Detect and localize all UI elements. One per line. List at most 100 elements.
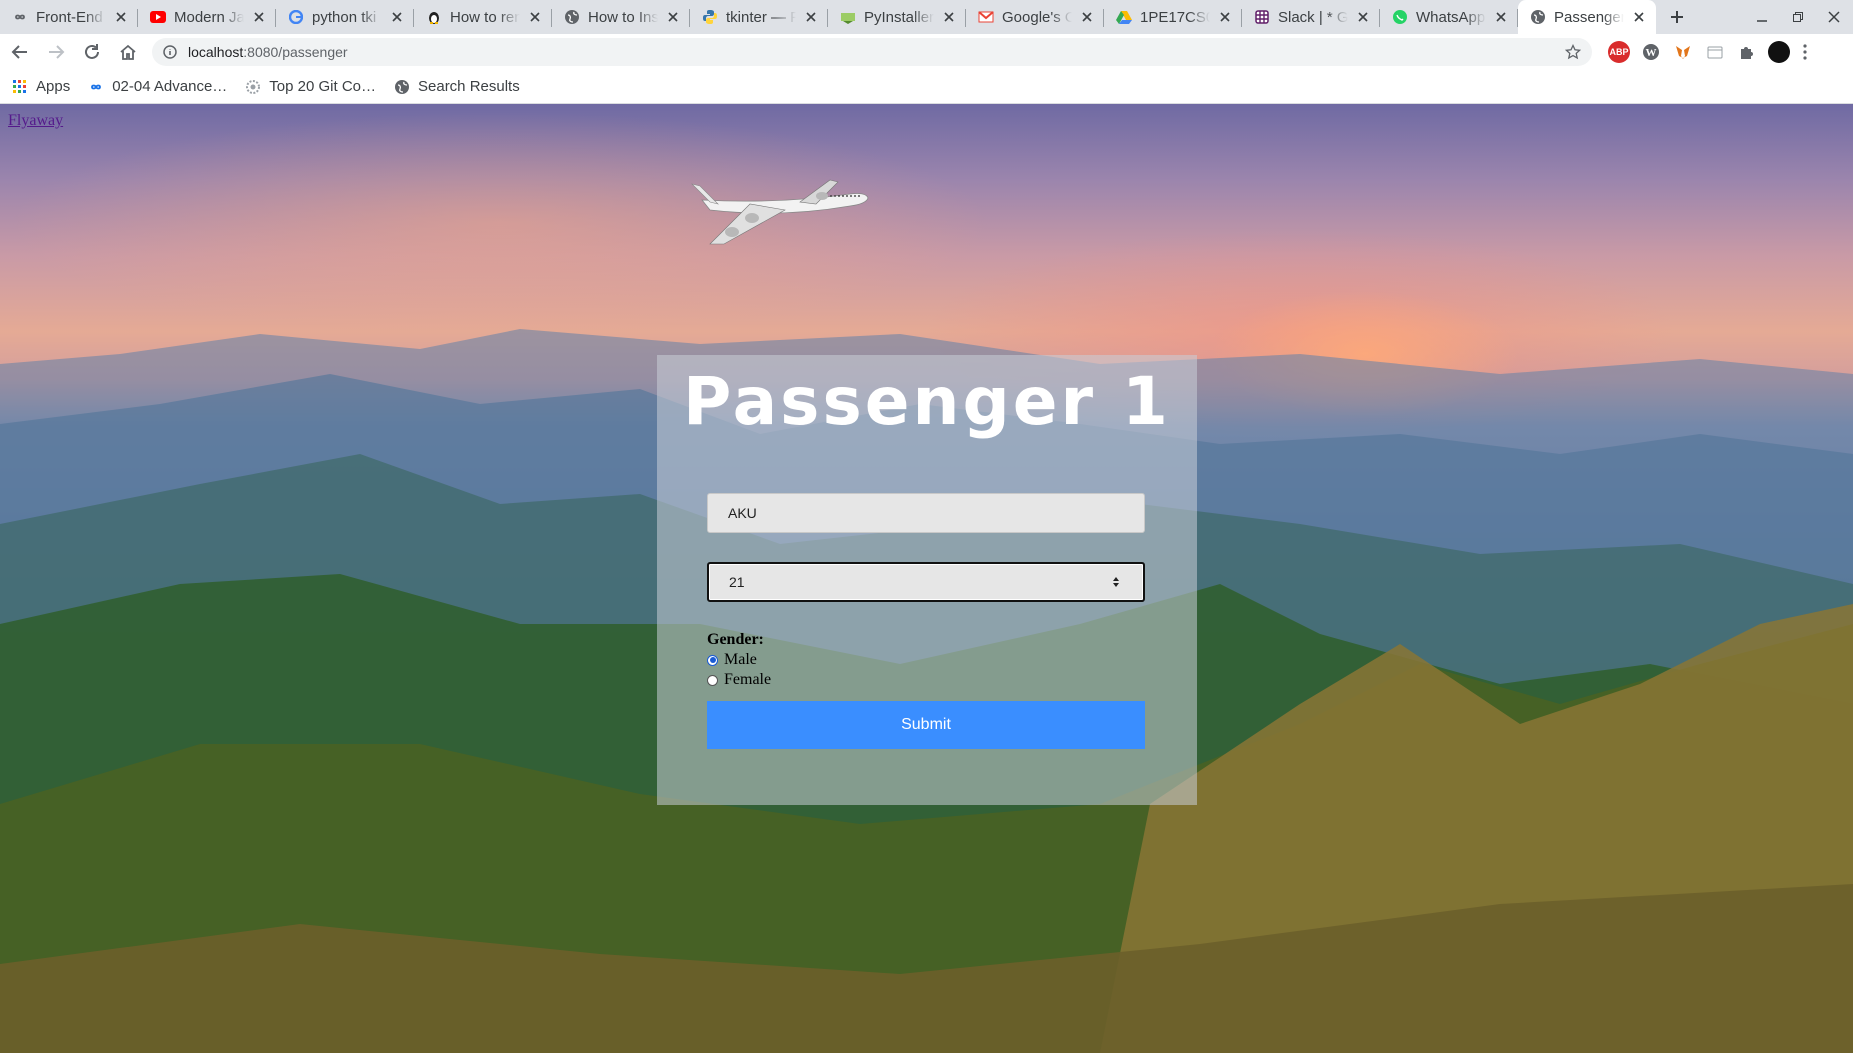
globe-icon xyxy=(394,79,410,95)
menu-kebab-icon[interactable] xyxy=(1800,41,1810,63)
female-label[interactable]: Female xyxy=(724,671,771,689)
svg-text:W: W xyxy=(1646,47,1657,59)
tab-title: Modern Ja xyxy=(174,8,244,26)
address-bar[interactable]: localhost:8080/passenger xyxy=(152,38,1592,66)
tab-3[interactable]: How to ren xyxy=(414,0,552,34)
globe-icon xyxy=(564,9,580,25)
female-radio[interactable] xyxy=(707,674,718,686)
submit-button[interactable]: Submit xyxy=(707,701,1145,749)
minimize-button[interactable] xyxy=(1751,6,1773,28)
reload-button[interactable] xyxy=(76,36,108,68)
tab-title: 1PE17CS02 xyxy=(1140,8,1210,26)
age-select[interactable]: 21 xyxy=(707,562,1145,602)
close-icon[interactable] xyxy=(804,10,818,24)
arrow-left-icon xyxy=(11,45,27,59)
forward-button[interactable] xyxy=(40,36,72,68)
infinity-icon xyxy=(88,79,104,95)
airplane-image xyxy=(691,179,869,245)
tab-title: Front-End xyxy=(36,8,103,26)
bookmark-label: Apps xyxy=(36,78,71,95)
close-icon[interactable] xyxy=(1632,10,1646,24)
tab-title: Google's O xyxy=(1002,8,1072,26)
close-icon[interactable] xyxy=(666,10,680,24)
tab-4[interactable]: How to Ins xyxy=(552,0,690,34)
tab-11[interactable]: Passenger xyxy=(1518,0,1656,34)
gmail-icon xyxy=(978,9,994,25)
close-icon[interactable] xyxy=(528,10,542,24)
home-button[interactable] xyxy=(112,36,144,68)
gender-label: Gender: xyxy=(707,631,764,648)
close-icon[interactable] xyxy=(252,10,266,24)
tab-8[interactable]: 1PE17CS02 xyxy=(1104,0,1242,34)
select-arrows-icon xyxy=(1109,576,1123,588)
close-icon[interactable] xyxy=(390,10,404,24)
close-icon[interactable] xyxy=(114,10,128,24)
drive-icon xyxy=(1116,9,1132,25)
gear-icon xyxy=(245,79,261,95)
tab-title: python tki xyxy=(312,8,377,26)
info-icon[interactable] xyxy=(162,44,178,60)
bookmark-label: 02-04 Advance… xyxy=(112,78,228,95)
close-icon[interactable] xyxy=(1494,10,1508,24)
tab-0[interactable]: Front-End xyxy=(0,0,138,34)
bookmark-advance[interactable]: 02-04 Advance… xyxy=(88,78,227,95)
profile-avatar-icon[interactable] xyxy=(1768,41,1790,63)
bookmark-search-results[interactable]: Search Results xyxy=(394,78,520,95)
name-input-value: AKU xyxy=(728,505,757,521)
youtube-icon xyxy=(150,9,166,25)
close-icon[interactable] xyxy=(1356,10,1370,24)
extensions-area: ABP W xyxy=(1608,41,1810,63)
tab-title: WhatsApp xyxy=(1416,8,1486,26)
age-select-value: 21 xyxy=(729,574,745,590)
close-window-button[interactable] xyxy=(1823,6,1845,28)
passenger-form-card: Passenger 1 AKU 21 Gender: Male Female S… xyxy=(657,355,1197,805)
tab-title: tkinter — P xyxy=(726,8,796,26)
tab-9[interactable]: Slack | * Ge xyxy=(1242,0,1380,34)
metamask-icon[interactable] xyxy=(1672,41,1694,63)
tab-5[interactable]: tkinter — P xyxy=(690,0,828,34)
tab-title: How to Ins xyxy=(588,8,658,26)
bookmark-git[interactable]: Top 20 Git Co… xyxy=(245,78,376,95)
bookmark-label: Search Results xyxy=(418,78,520,95)
tab-6[interactable]: PyInstaller xyxy=(828,0,966,34)
browser-toolbar: localhost:8080/passenger ABP W xyxy=(0,34,1853,70)
plus-icon xyxy=(1671,11,1683,23)
close-icon[interactable] xyxy=(1080,10,1094,24)
gender-group: Gender: Male Female xyxy=(707,631,771,690)
restore-button[interactable] xyxy=(1787,6,1809,28)
page-viewport: Flyaway Passenger 1 AKU 21 Gender: Male xyxy=(0,104,1853,1053)
home-icon xyxy=(120,44,136,60)
back-link[interactable]: Flyaway xyxy=(8,112,63,130)
linux-icon xyxy=(426,9,442,25)
page-title: Passenger 1 xyxy=(683,363,1171,440)
tab-1[interactable]: Modern Ja xyxy=(138,0,276,34)
tab-2[interactable]: python tki xyxy=(276,0,414,34)
globe-icon xyxy=(1530,9,1546,25)
url-text: localhost:8080/passenger xyxy=(188,44,348,60)
bookmark-star-icon[interactable] xyxy=(1564,43,1582,61)
puzzle-icon[interactable] xyxy=(1736,41,1758,63)
window-controls xyxy=(1751,0,1845,34)
new-tab-button[interactable] xyxy=(1660,0,1694,34)
gender-option-female[interactable]: Female xyxy=(707,670,771,690)
infinity-icon xyxy=(12,9,28,25)
python-icon xyxy=(702,9,718,25)
tab-strip: Front-End Modern Ja python tki How to ren Ho… xyxy=(0,0,1853,34)
google-icon xyxy=(288,9,304,25)
adblock-icon[interactable]: ABP xyxy=(1608,41,1630,63)
close-icon[interactable] xyxy=(1218,10,1232,24)
gender-option-male[interactable]: Male xyxy=(707,650,771,670)
bookmark-apps[interactable]: Apps xyxy=(12,78,70,95)
back-button[interactable] xyxy=(4,36,36,68)
close-icon[interactable] xyxy=(942,10,956,24)
name-input[interactable]: AKU xyxy=(707,493,1145,533)
tab-10[interactable]: WhatsApp xyxy=(1380,0,1518,34)
tab-7[interactable]: Google's O xyxy=(966,0,1104,34)
slack-icon xyxy=(1254,9,1270,25)
tab-title: Passenger xyxy=(1554,8,1624,26)
wordpress-icon[interactable]: W xyxy=(1640,41,1662,63)
male-radio[interactable] xyxy=(707,654,718,666)
tab-manager-icon[interactable] xyxy=(1704,41,1726,63)
male-label[interactable]: Male xyxy=(724,651,757,669)
apps-grid-icon xyxy=(12,79,28,95)
